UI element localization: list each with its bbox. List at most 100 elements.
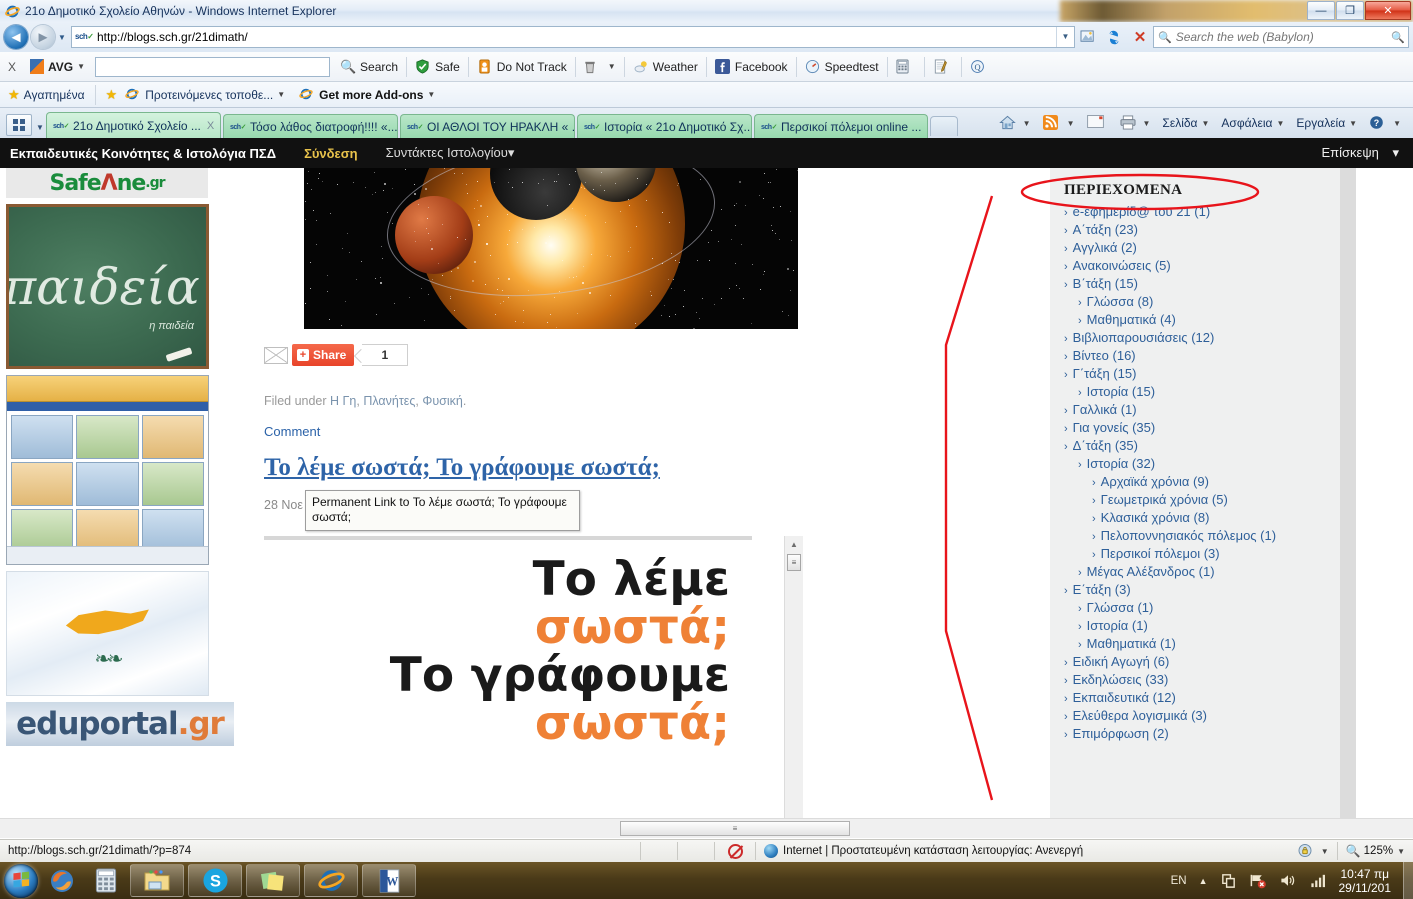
avg-facebook-button[interactable]: Facebook bbox=[709, 54, 794, 80]
category-item[interactable]: › Ιστορία (1) bbox=[1050, 616, 1340, 634]
recent-pages-dropdown[interactable]: ▼ bbox=[55, 33, 69, 42]
avg-brand[interactable]: AVG ▼ bbox=[24, 54, 91, 80]
forward-button[interactable]: ► bbox=[31, 25, 55, 49]
search-go-icon[interactable]: 🔍 bbox=[1391, 31, 1405, 44]
saferinternet-banner[interactable]: Safe Λne .gr bbox=[6, 168, 208, 198]
suggested-sites-caret[interactable]: ▼ bbox=[277, 90, 285, 99]
page-vertical-scrollbar[interactable] bbox=[1340, 168, 1356, 838]
wp-login-link[interactable]: Σύνδεση bbox=[304, 146, 358, 161]
category-item[interactable]: › Β΄τάξη (15) bbox=[1050, 274, 1340, 292]
safety-menu[interactable]: Ασφάλεια ▼ bbox=[1215, 111, 1290, 135]
refresh-icon[interactable] bbox=[1101, 25, 1127, 49]
hscroll-thumb[interactable]: ≡ bbox=[620, 821, 850, 836]
new-tab-button[interactable] bbox=[930, 116, 959, 136]
get-addons-link[interactable]: Get more Add-ons bbox=[319, 88, 423, 102]
print-button[interactable]: ▼ bbox=[1113, 111, 1157, 135]
quick-tabs-button[interactable] bbox=[6, 114, 32, 136]
avg-safe-button[interactable]: Safe bbox=[409, 54, 466, 80]
avg-shredder-button[interactable]: ▼ bbox=[578, 54, 622, 80]
category-item[interactable]: › Γεωμετρικά χρόνια (5) bbox=[1050, 490, 1340, 508]
home-button[interactable]: ▼ bbox=[993, 111, 1037, 135]
category-item[interactable]: › Για γονείς (35) bbox=[1050, 418, 1340, 436]
category-item[interactable]: › Βιβλιοπαρουσιάσεις (12) bbox=[1050, 328, 1340, 346]
suggested-sites-link[interactable]: Προτεινόμενες τοποθε... bbox=[145, 88, 273, 102]
tab-list-caret[interactable]: ▼ bbox=[34, 123, 46, 132]
category-item[interactable]: › Επιμόρφωση (2) bbox=[1050, 724, 1340, 742]
category-item[interactable]: › e-εφημερίδ@ του 21 (1) bbox=[1050, 202, 1340, 220]
category-item[interactable]: › Εκδηλώσεις (33) bbox=[1050, 670, 1340, 688]
page-menu-caret[interactable]: ▼ bbox=[1201, 119, 1209, 128]
scroll-thumb[interactable]: ≡ bbox=[787, 554, 801, 571]
category-item[interactable]: › Μέγας Αλέξανδρος (1) bbox=[1050, 562, 1340, 580]
post-title-link[interactable]: Το λέμε σωστά; Το γράφουμε σωστά; bbox=[264, 454, 660, 482]
avg-do-not-track-button[interactable]: Do Not Track bbox=[471, 54, 573, 80]
category-item[interactable]: › Κλασικά χρόνια (8) bbox=[1050, 508, 1340, 526]
page-horizontal-scrollbar[interactable]: ≡ bbox=[0, 818, 1413, 838]
category-item[interactable]: › Ελεύθερα λογισμικά (3) bbox=[1050, 706, 1340, 724]
cyprus-flag-banner[interactable]: ❧❧ bbox=[6, 571, 209, 696]
category-item[interactable]: › Πελοποννησιακός πόλεμος (1) bbox=[1050, 526, 1340, 544]
tab-1[interactable]: sch✓ Τόσο λάθος διατροφή!!!! «... bbox=[223, 114, 398, 138]
taskbar-skype-window[interactable]: S bbox=[188, 864, 242, 897]
blocked-cookie-icon[interactable] bbox=[715, 840, 755, 862]
avg-weather-button[interactable]: Weather bbox=[627, 54, 704, 80]
avg-translate-button[interactable]: Q bbox=[964, 54, 996, 80]
get-addons-caret[interactable]: ▼ bbox=[427, 90, 435, 99]
volume-icon[interactable] bbox=[1279, 872, 1297, 889]
tab-2[interactable]: sch✓ ΟΙ ΑΘΛΟΙ ΤΟΥ ΗΡΑΚΛΗ « ... bbox=[400, 114, 575, 138]
share-count[interactable]: 1 bbox=[362, 344, 409, 366]
category-link-0[interactable]: Η Γη bbox=[330, 394, 356, 408]
category-item[interactable]: › Γαλλικά (1) bbox=[1050, 400, 1340, 418]
security-caret[interactable]: ▼ bbox=[1321, 847, 1329, 856]
avg-toolbar-close[interactable]: X bbox=[0, 60, 24, 74]
wp-brand-label[interactable]: Εκπαιδευτικές Κοινότητες & Ιστολόγια ΠΣΔ bbox=[10, 146, 276, 161]
avg-shredder-caret[interactable]: ▼ bbox=[608, 62, 616, 71]
minimize-button[interactable]: — bbox=[1307, 1, 1335, 20]
avg-notepad-button[interactable] bbox=[927, 54, 959, 80]
quicklaunch-firefox[interactable] bbox=[42, 864, 82, 897]
inner-vertical-scrollbar[interactable]: ▲ ≡ bbox=[784, 536, 803, 818]
category-item[interactable]: › Βίντεο (16) bbox=[1050, 346, 1340, 364]
address-dropdown-icon[interactable]: ▼ bbox=[1056, 27, 1074, 47]
wp-authors-menu[interactable]: Συντάκτες Ιστολογίου▾ bbox=[386, 145, 515, 161]
tab-close-icon[interactable]: X bbox=[207, 120, 214, 132]
zoom-caret[interactable]: ▼ bbox=[1397, 847, 1405, 856]
tray-expand-caret[interactable]: ▲ bbox=[1199, 876, 1208, 886]
signal-icon[interactable] bbox=[1309, 872, 1327, 889]
category-item[interactable]: › Ιστορία (15) bbox=[1050, 382, 1340, 400]
category-item[interactable]: › Γλώσσα (1) bbox=[1050, 598, 1340, 616]
window-controls[interactable]: — ❐ ✕ bbox=[1306, 1, 1411, 20]
avg-calculator-button[interactable] bbox=[890, 54, 922, 80]
action-center-icon[interactable] bbox=[1220, 872, 1237, 889]
featured-image-planets[interactable] bbox=[304, 168, 798, 329]
tools-menu[interactable]: Εργαλεία ▼ bbox=[1290, 111, 1363, 135]
tray-language[interactable]: EN bbox=[1171, 875, 1187, 887]
zoom-control[interactable]: 🔍 125% ▼ bbox=[1338, 840, 1413, 862]
category-item[interactable]: › Α΄τάξη (23) bbox=[1050, 220, 1340, 238]
category-link-2[interactable]: Φυσική bbox=[422, 394, 463, 408]
school-site-screenshot-banner[interactable] bbox=[6, 375, 209, 565]
taskbar-sticky-notes-window[interactable] bbox=[246, 864, 300, 897]
add-favorite-icon[interactable]: ★ bbox=[106, 87, 118, 103]
taskbar-internet-explorer-window[interactable] bbox=[304, 864, 358, 897]
network-error-icon[interactable] bbox=[1249, 872, 1267, 889]
search-input[interactable]: 🔍 Search the web (Babylon) 🔍 bbox=[1153, 26, 1409, 48]
safety-menu-caret[interactable]: ▼ bbox=[1277, 119, 1285, 128]
category-item[interactable]: › Εκπαιδευτικά (12) bbox=[1050, 688, 1340, 706]
read-mail-button[interactable] bbox=[1081, 111, 1113, 135]
category-link-1[interactable]: Πλανήτες bbox=[363, 394, 415, 408]
post-embedded-image[interactable]: Το λέμε σωστά; Το γράφουμε σωστά; bbox=[264, 536, 752, 818]
back-button[interactable]: ◄ bbox=[4, 25, 28, 49]
email-icon[interactable] bbox=[264, 346, 288, 364]
taskbar-word-window[interactable]: W bbox=[362, 864, 416, 897]
page-menu[interactable]: Σελίδα ▼ bbox=[1156, 111, 1215, 135]
tray-clock[interactable]: 10:47 πμ 29/11/201 bbox=[1333, 867, 1392, 895]
category-item[interactable]: › Ιστορία (32) bbox=[1050, 454, 1340, 472]
category-item[interactable]: › Γλώσσα (8) bbox=[1050, 292, 1340, 310]
eduportal-banner[interactable]: eduportal.gr bbox=[6, 702, 234, 746]
category-item[interactable]: › Μαθηματικά (1) bbox=[1050, 634, 1340, 652]
tools-menu-caret[interactable]: ▼ bbox=[1349, 119, 1357, 128]
tab-4[interactable]: sch✓ Περσικοί πόλεμοι online ... bbox=[754, 114, 929, 138]
avg-brand-caret[interactable]: ▼ bbox=[77, 62, 85, 71]
feeds-button[interactable]: ▼ bbox=[1037, 111, 1081, 135]
